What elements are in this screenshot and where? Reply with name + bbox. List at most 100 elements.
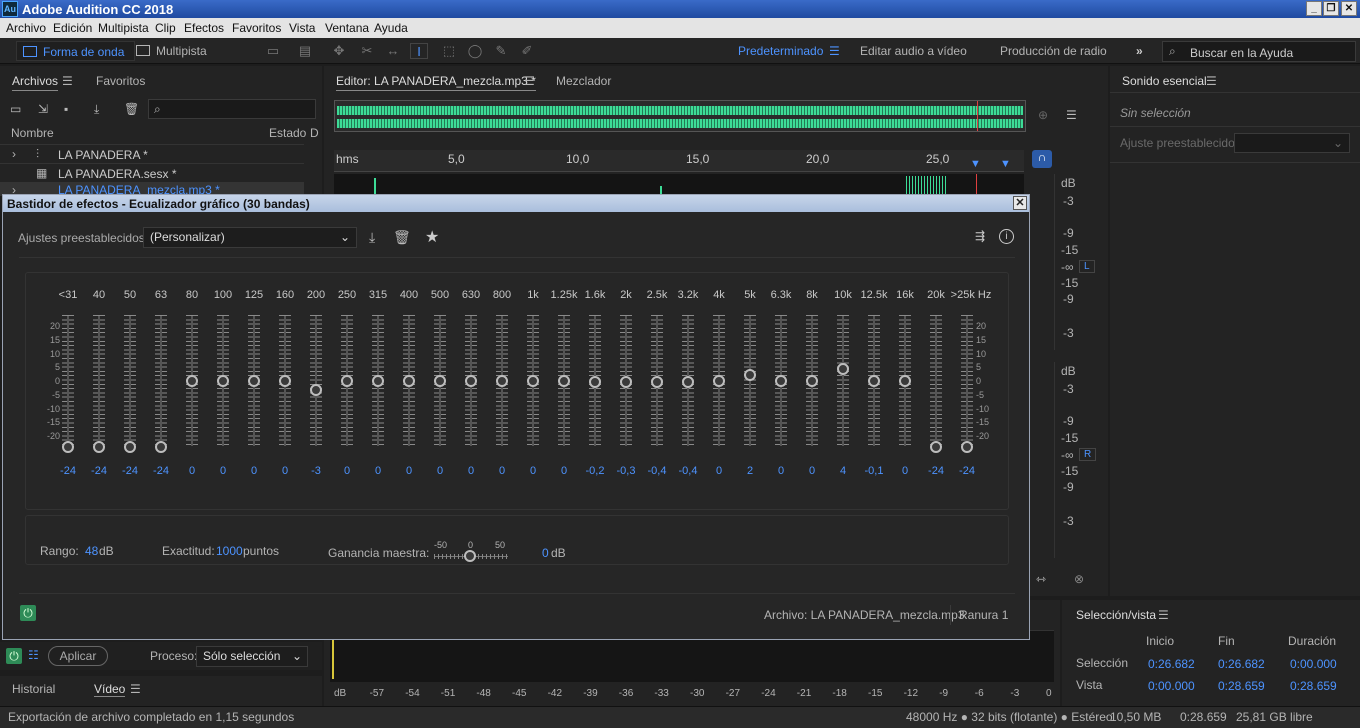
workspace-menu-icon[interactable]: ☰ bbox=[829, 44, 840, 58]
band-slider-knob[interactable] bbox=[372, 375, 384, 387]
master-gain-knob[interactable] bbox=[464, 550, 476, 562]
save-preset-icon[interactable]: ⤓ bbox=[369, 229, 375, 246]
band-slider-knob[interactable] bbox=[62, 441, 74, 453]
band-slider-knob[interactable] bbox=[155, 441, 167, 453]
band-slider-track[interactable] bbox=[315, 316, 317, 446]
list-item[interactable]: › ⫶ LA PANADERA * bbox=[0, 144, 304, 163]
overview-waveform[interactable] bbox=[334, 100, 1026, 132]
sel-duration-value[interactable]: 0:00.000 bbox=[1290, 657, 1337, 671]
zoom-navigator-icon[interactable]: ⊕ bbox=[1038, 108, 1048, 122]
band-slider-knob[interactable] bbox=[713, 375, 725, 387]
view-start-value[interactable]: 0:00.000 bbox=[1148, 679, 1195, 693]
channel-l-badge[interactable]: L bbox=[1079, 260, 1095, 273]
snap-icon[interactable]: ∩ bbox=[1032, 150, 1052, 168]
menu-archivo[interactable]: Archivo bbox=[6, 21, 46, 35]
close-icon[interactable]: ✕ bbox=[1013, 196, 1027, 210]
band-slider-track[interactable] bbox=[98, 316, 100, 446]
band-slider-track[interactable] bbox=[129, 316, 131, 446]
band-slider-knob[interactable] bbox=[310, 384, 322, 396]
band-slider-track[interactable] bbox=[842, 316, 844, 446]
band-slider-knob[interactable] bbox=[186, 375, 198, 387]
tab-mixer[interactable]: Mezclador bbox=[556, 74, 611, 88]
band-slider-knob[interactable] bbox=[496, 375, 508, 387]
playhead-marker-icon[interactable]: ▼ bbox=[970, 158, 981, 170]
essential-menu-icon[interactable]: ☰ bbox=[1206, 74, 1217, 88]
band-slider-knob[interactable] bbox=[744, 369, 756, 381]
band-slider-knob[interactable] bbox=[589, 375, 601, 388]
minimize-icon[interactable]: _ bbox=[1306, 1, 1322, 16]
import-icon[interactable]: ⇲ bbox=[38, 102, 48, 116]
zoom-in-time-icon[interactable]: ⇿ bbox=[1036, 572, 1046, 586]
band-slider-knob[interactable] bbox=[93, 441, 105, 453]
new-file-icon[interactable]: ▪ bbox=[64, 102, 68, 116]
tab-favorites[interactable]: Favoritos bbox=[96, 74, 145, 88]
slip-tool-icon[interactable]: ↔ bbox=[384, 43, 402, 59]
spectral-view-icon[interactable]: ▭ bbox=[264, 43, 282, 59]
open-folder-icon[interactable]: ▭ bbox=[10, 102, 21, 116]
band-slider-knob[interactable] bbox=[465, 375, 477, 387]
time-selection-tool-icon[interactable]: I bbox=[410, 43, 428, 59]
files-search-input[interactable]: ⌕ bbox=[148, 99, 316, 119]
list-item[interactable]: ▦ LA PANADERA.sesx * bbox=[0, 163, 304, 182]
channel-r-badge[interactable]: R bbox=[1079, 448, 1097, 461]
razor-tool-icon[interactable]: ✂ bbox=[358, 43, 376, 59]
menu-ayuda[interactable]: Ayuda bbox=[374, 21, 408, 35]
tab-editor[interactable]: Editor: LA PANADERA_mezcla.mp3 * bbox=[336, 74, 536, 91]
tab-history[interactable]: Historial bbox=[12, 682, 55, 696]
band-gain-value[interactable]: -24 bbox=[949, 465, 985, 477]
menu-vista[interactable]: Vista bbox=[289, 21, 315, 35]
view-duration-value[interactable]: 0:28.659 bbox=[1290, 679, 1337, 693]
band-slider-knob[interactable] bbox=[558, 375, 570, 387]
favorite-star-icon[interactable]: ★ bbox=[425, 227, 439, 247]
menu-ventana[interactable]: Ventana bbox=[325, 21, 369, 35]
band-slider-knob[interactable] bbox=[341, 375, 353, 387]
restore-icon[interactable]: ❐ bbox=[1323, 1, 1339, 16]
lasso-tool-icon[interactable]: ◯ bbox=[466, 43, 484, 59]
waveform-mode-button[interactable]: Forma de onda bbox=[16, 41, 136, 61]
band-slider-knob[interactable] bbox=[279, 375, 291, 387]
multitrack-mode-button[interactable]: Multipista bbox=[130, 41, 217, 61]
more-workspaces-icon[interactable]: » bbox=[1136, 44, 1143, 58]
close-icon[interactable]: ✕ bbox=[1341, 1, 1357, 16]
effect-power-icon[interactable]: ⏻ bbox=[20, 605, 36, 621]
brush-tool-icon[interactable]: ✎ bbox=[492, 43, 510, 59]
range-value[interactable]: 48 bbox=[85, 544, 98, 558]
band-slider-knob[interactable] bbox=[217, 375, 229, 387]
band-slider-knob[interactable] bbox=[124, 441, 136, 453]
col-d[interactable]: D bbox=[310, 126, 319, 140]
band-slider-knob[interactable] bbox=[899, 375, 911, 387]
tab-video[interactable]: Vídeo bbox=[94, 682, 126, 697]
band-slider-knob[interactable] bbox=[775, 375, 787, 387]
col-state[interactable]: Estado bbox=[269, 126, 306, 140]
menu-favoritos[interactable]: Favoritos bbox=[232, 21, 281, 35]
routing-icon[interactable]: ⇶ bbox=[975, 229, 985, 243]
menu-edicion[interactable]: Edición bbox=[53, 21, 92, 35]
move-tool-icon[interactable]: ✥ bbox=[330, 43, 348, 59]
band-slider-track[interactable] bbox=[749, 316, 751, 446]
essential-preset-select[interactable]: ⌄ bbox=[1234, 133, 1350, 153]
marquee-tool-icon[interactable]: ⬚ bbox=[440, 43, 458, 59]
band-slider-knob[interactable] bbox=[403, 375, 415, 387]
workspace-default[interactable]: Predeterminado bbox=[738, 44, 823, 58]
band-slider-track[interactable] bbox=[160, 316, 162, 446]
process-select[interactable]: Sólo selección ⌄ bbox=[196, 646, 308, 667]
accuracy-value[interactable]: 1000 bbox=[216, 544, 243, 558]
selection-menu-icon[interactable]: ☰ bbox=[1158, 608, 1169, 622]
apply-button[interactable]: Aplicar bbox=[48, 646, 108, 666]
info-icon[interactable]: i bbox=[999, 229, 1014, 244]
col-name[interactable]: Nombre bbox=[11, 126, 54, 140]
band-slider-knob[interactable] bbox=[806, 375, 818, 387]
editor-menu-icon[interactable]: ☰ bbox=[524, 74, 535, 88]
time-ruler[interactable]: hms 5,0 10,0 15,0 20,0 25,0 ▼ ▼ bbox=[334, 150, 1024, 172]
end-marker-icon[interactable]: ▼ bbox=[1000, 158, 1011, 170]
list-icon[interactable]: ☷ bbox=[28, 648, 39, 662]
delete-icon[interactable]: 🗑 bbox=[124, 102, 139, 116]
delete-preset-icon[interactable]: 🗑 bbox=[393, 229, 411, 246]
workspace-radio[interactable]: Producción de radio bbox=[1000, 44, 1107, 58]
list-view-icon[interactable]: ☰ bbox=[1066, 108, 1077, 122]
band-slider-knob[interactable] bbox=[961, 441, 973, 453]
band-slider-track[interactable] bbox=[966, 316, 968, 446]
band-slider-knob[interactable] bbox=[527, 375, 539, 387]
band-slider-knob[interactable] bbox=[837, 363, 849, 375]
band-slider-track[interactable] bbox=[67, 316, 69, 446]
